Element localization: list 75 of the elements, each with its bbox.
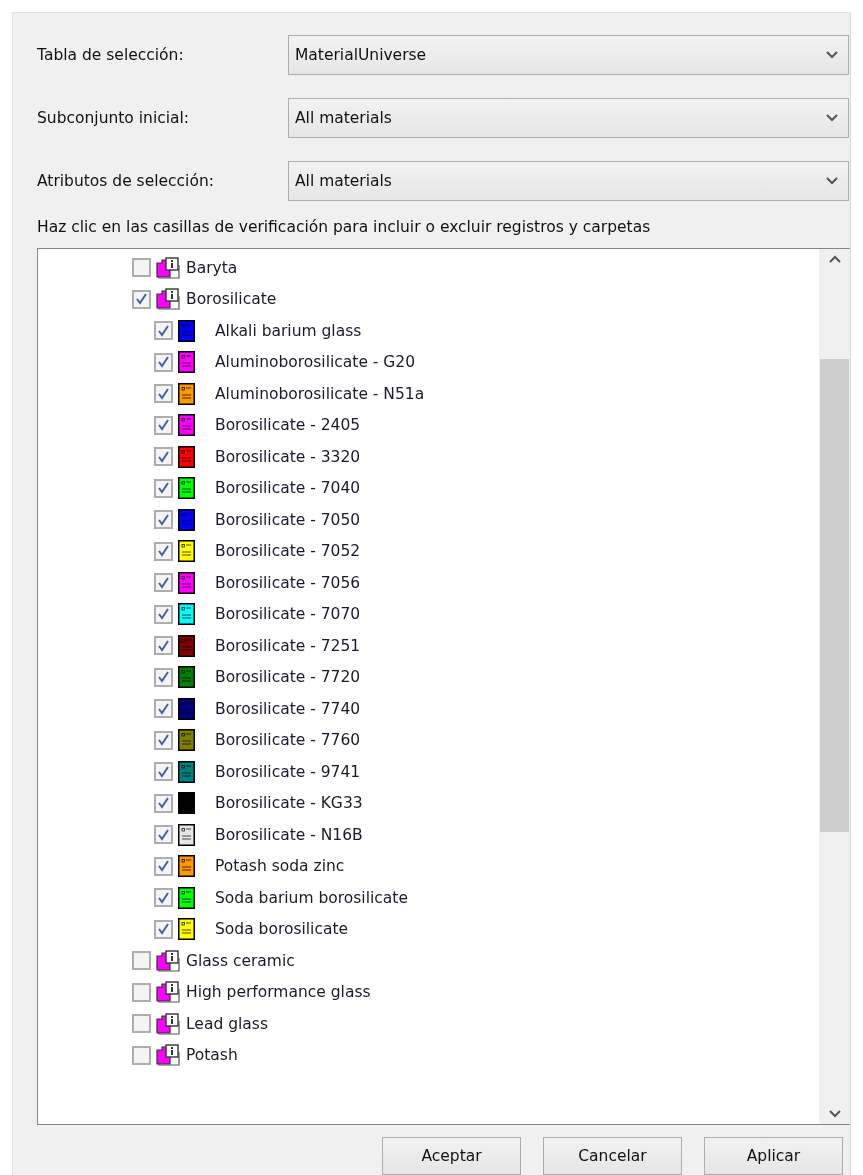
field-label: Atributos de selección: [37,172,215,190]
record-label[interactable]: Potash soda zinc [215,857,345,876]
checkbox[interactable] [154,730,173,750]
scrollbar[interactable] [819,249,850,1124]
folder-info-icon [156,981,180,1004]
checkbox[interactable] [132,982,151,1002]
instruction-text: Haz clic en las casillas de verificación para incluir o excluir registros y carpetas [37,218,652,236]
record-label[interactable]: Aluminoborosilicate - G20 [215,353,416,372]
field-label: Tabla de selección: [37,46,185,64]
checkbox[interactable] [154,510,173,530]
checkbox[interactable] [154,793,173,813]
checkbox[interactable] [132,951,151,971]
scroll-up-icon[interactable] [828,255,841,263]
checkbox[interactable] [154,573,173,593]
folder-info-icon [156,288,180,311]
dropdown[interactable]: MaterialUniverse [288,35,849,75]
folder-label[interactable]: Borosilicate [186,290,277,309]
checkbox[interactable] [154,699,173,719]
dialog-button[interactable]: Aplicar [704,1137,843,1175]
checkbox[interactable] [154,762,173,782]
checkbox[interactable] [154,604,173,624]
record-label[interactable]: Alkali barium glass [215,321,362,340]
record-label[interactable]: Borosilicate - N16B [215,825,363,844]
folder-info-icon [156,1044,180,1067]
checkbox[interactable] [154,541,173,561]
checkbox[interactable] [154,321,173,341]
checkbox[interactable] [154,384,173,404]
checkbox[interactable] [132,289,151,309]
dialog-button[interactable]: Cancelar [543,1137,682,1175]
record-label[interactable]: Borosilicate - 7251 [215,636,361,655]
folder-label[interactable]: High performance glass [186,983,371,1002]
checkbox[interactable] [154,888,173,908]
dropdown[interactable]: All materials [288,161,849,201]
checkbox[interactable] [132,1045,151,1065]
record-label[interactable]: Borosilicate - 9741 [215,762,361,781]
checkbox[interactable] [154,478,173,498]
checkbox[interactable] [132,258,151,278]
record-label[interactable]: Borosilicate - 7760 [215,731,361,750]
record-label[interactable]: Borosilicate - 7040 [215,479,361,498]
checkbox[interactable] [154,352,173,372]
checkbox[interactable] [154,919,173,939]
chevron-down-icon[interactable] [826,51,838,59]
checkbox[interactable] [154,667,173,687]
checkbox[interactable] [132,1014,151,1034]
scroll-thumb[interactable] [820,359,849,832]
scroll-down-icon[interactable] [828,1110,841,1118]
checkbox[interactable] [154,825,173,845]
folder-label[interactable]: Potash [186,1046,238,1065]
chevron-down-icon[interactable] [826,177,838,185]
folder-label[interactable]: Glass ceramic [186,951,295,970]
checkbox[interactable] [154,856,173,876]
folder-info-icon [156,1012,180,1035]
record-label[interactable]: Borosilicate - 2405 [215,416,361,435]
record-label[interactable]: Soda borosilicate [215,920,349,939]
record-label[interactable]: Borosilicate - 7056 [215,573,361,592]
record-label[interactable]: Borosilicate - KG33 [215,794,363,813]
record-label[interactable]: Aluminoborosilicate - N51a [215,384,425,403]
record-label[interactable]: Borosilicate - 7050 [215,510,361,529]
dropdown[interactable]: All materials [288,98,849,138]
dialog-button[interactable]: Aceptar [382,1137,521,1175]
checkbox[interactable] [154,447,173,467]
field-label: Subconjunto inicial: [37,109,191,127]
record-label[interactable]: Borosilicate - 7720 [215,668,361,687]
folder-label[interactable]: Lead glass [186,1014,268,1033]
checkbox[interactable] [154,636,173,656]
record-label[interactable]: Borosilicate - 7740 [215,699,361,718]
record-label[interactable]: Soda barium borosilicate [215,888,408,907]
chevron-down-icon[interactable] [826,114,838,122]
folder-info-icon [156,256,180,279]
folder-info-icon [156,949,180,972]
checkbox[interactable] [154,415,173,435]
record-label[interactable]: Borosilicate - 3320 [215,447,361,466]
record-label[interactable]: Borosilicate - 7052 [215,542,361,561]
record-label[interactable]: Borosilicate - 7070 [215,605,361,624]
folder-label[interactable]: Baryta [186,258,238,277]
